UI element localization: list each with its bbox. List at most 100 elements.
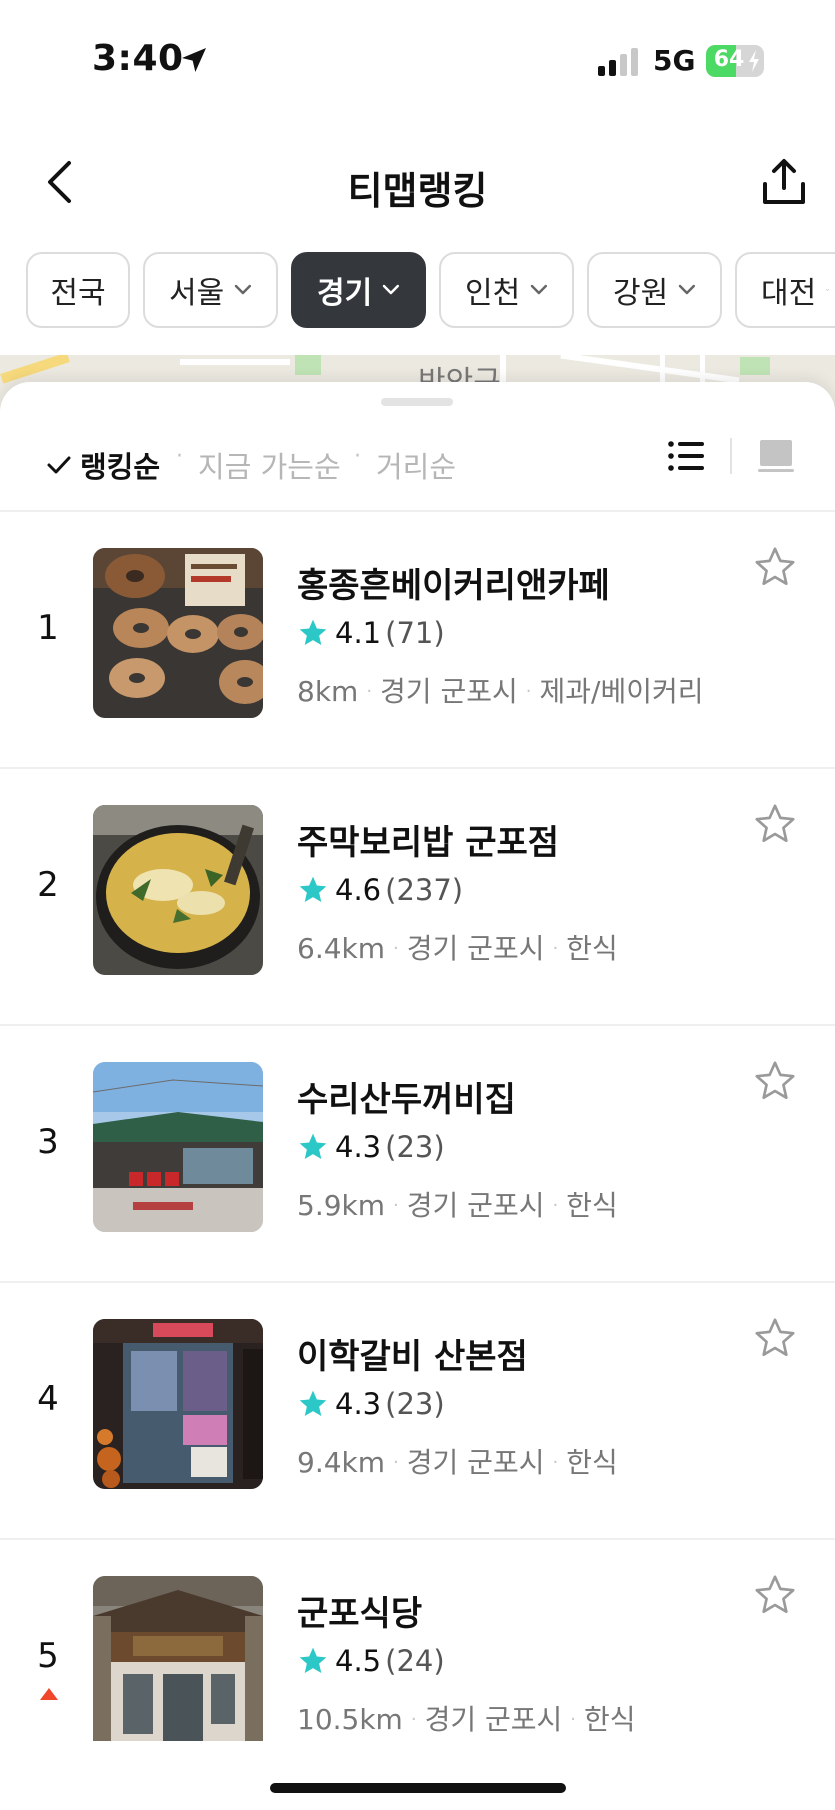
place-distance: 10.5km [297,1703,403,1736]
place-meta: 10.5km · 경기 군포시 · 한식 [297,1698,636,1738]
review-count: (24) [385,1644,445,1678]
star-filled-icon [299,619,327,645]
region-chip-gangwon[interactable]: 강원 [587,252,722,328]
region-chip-gyeonggi[interactable]: 경기 [291,252,426,328]
region-chip-label: 대전 [761,276,817,311]
chevron-down-icon [234,284,252,295]
place-category: 한식 [584,1703,636,1736]
place-name: 수리산두꺼비집 [297,1080,516,1120]
review-count: (71) [385,616,445,650]
star-filled-icon [299,876,327,902]
region-chip-seoul[interactable]: 서울 [143,252,278,328]
ranking-item[interactable]: 4 이학갈비 산본점 4.3 (23) 9.4km · 경기 군포시 · 한식 [0,1283,835,1540]
place-name: 홍종흔베이커리앤카페 [297,566,610,606]
ranking-item[interactable]: 2 주막보리밥 군포점 4.6 (237) 6.4km · 경기 군포시 · 한… [0,769,835,1026]
ranking-item[interactable]: 3 수리산두꺼비집 4.3 (23) 5.9km · 경기 군포시 · 한식 [0,1026,835,1283]
bagel-photo [93,548,263,718]
place-distance: 8km [297,675,359,708]
place-distance: 6.4km [297,932,386,965]
region-chip-label: 인천 [465,276,521,311]
chevron-down-icon [678,284,696,295]
sheet-drag-handle[interactable] [381,398,453,406]
region-chip-nationwide[interactable]: 전국 [26,252,130,328]
favorite-star-icon[interactable] [752,1572,798,1618]
chevron-down-icon [826,289,829,291]
place-category: 제과/베이커리 [539,675,704,708]
card-view-icon[interactable] [756,436,796,476]
rating: 4.1 (71) [297,616,445,650]
place-meta: 5.9km · 경기 군포시 · 한식 [297,1184,618,1224]
restaurant-building-photo [93,1576,263,1741]
check-icon [47,456,71,474]
share-icon [763,159,805,204]
rating: 4.5 (24) [297,1644,445,1678]
place-region: 경기 군포시 [406,1446,545,1479]
region-chip-label: 전국 [50,276,106,311]
rating-value: 4.6 [335,873,382,907]
list-view-icon[interactable] [666,436,706,476]
place-thumbnail [93,548,263,718]
favorite-star-icon[interactable] [752,801,798,847]
sort-ranking-button[interactable]: 랭킹순 [46,444,160,486]
meta-separator: · [552,1195,559,1216]
battery-percent: 64 [713,47,745,72]
ranking-item[interactable]: 5 군포식당 4.5 (24) 10.5km · 경기 군포시 · 한식 [0,1540,835,1797]
rating: 4.3 (23) [297,1387,445,1421]
star-filled-icon [299,1133,327,1159]
rating-value: 4.1 [335,616,382,650]
status-time: 3:40 [92,38,184,79]
favorite-star-icon[interactable] [752,1058,798,1104]
sort-ranking-label: 랭킹순 [80,450,161,484]
home-indicator[interactable] [270,1783,566,1793]
meta-separator: · [570,1709,577,1730]
review-count: (237) [385,873,464,907]
ranking-sheet: 랭킹순 · 지금 가는순 · 거리순 1 홍종흔베이커리앤카페 4.1 (71)… [0,382,835,1810]
region-chip-label: 경기 [317,276,373,311]
place-category: 한식 [566,1446,618,1479]
place-name: 이학갈비 산본점 [297,1337,528,1377]
place-distance: 5.9km [297,1189,386,1222]
place-thumbnail [93,805,263,975]
favorite-star-icon[interactable] [752,544,798,590]
place-name: 주막보리밥 군포점 [297,823,560,863]
rating: 4.3 (23) [297,1130,445,1164]
page-title: 티맵랭킹 [347,169,488,213]
ranking-item[interactable]: 1 홍종흔베이커리앤카페 4.1 (71) 8km · 경기 군포시 · 제과/… [0,512,835,769]
region-chip-label: 강원 [613,276,669,311]
ranking-list: 1 홍종흔베이커리앤카페 4.1 (71) 8km · 경기 군포시 · 제과/… [0,512,835,1797]
star-filled-icon [299,1647,327,1673]
rank-up-icon [40,1688,58,1700]
rating-value: 4.3 [335,1387,382,1421]
review-count: (23) [385,1130,445,1164]
place-meta: 6.4km · 경기 군포시 · 한식 [297,927,618,967]
view-toggle-divider [730,438,732,474]
sort-distance-button[interactable]: 거리순 [376,444,456,486]
signal-bars-icon [598,48,638,76]
star-filled-icon [299,1390,327,1416]
rank-number: 3 [37,1122,59,1162]
favorite-star-icon[interactable] [752,1315,798,1361]
place-meta: 8km · 경기 군포시 · 제과/베이커리 [297,670,703,710]
sort-bar: 랭킹순 · 지금 가는순 · 거리순 [0,422,835,508]
header: 티맵랭킹 [0,130,835,240]
rank-number: 1 [37,608,59,648]
meta-separator: · [525,681,532,702]
place-meta: 9.4km · 경기 군포시 · 한식 [297,1441,618,1481]
restaurant-entrance-photo [93,1319,263,1489]
sort-now-open-button[interactable]: 지금 가는순 [198,444,341,486]
charging-bolt-icon [749,50,759,72]
meta-separator: · [393,1452,399,1473]
meta-separator: · [552,938,559,959]
place-category: 한식 [566,1189,618,1222]
chevron-down-icon [530,284,548,295]
region-chip-daejeon[interactable]: 대전 [735,252,835,328]
location-arrow-icon [182,48,206,72]
share-button[interactable] [752,150,816,214]
rating-value: 4.5 [335,1644,382,1678]
sort-separator: · [176,444,183,469]
rank-number: 2 [37,865,59,905]
status-bar: 3:40 5G 64 [0,0,835,120]
region-chip-incheon[interactable]: 인천 [439,252,574,328]
chevron-down-icon [382,284,400,295]
region-filter-chips: 전국 서울 경기 인천 강원 대전 [26,252,835,330]
